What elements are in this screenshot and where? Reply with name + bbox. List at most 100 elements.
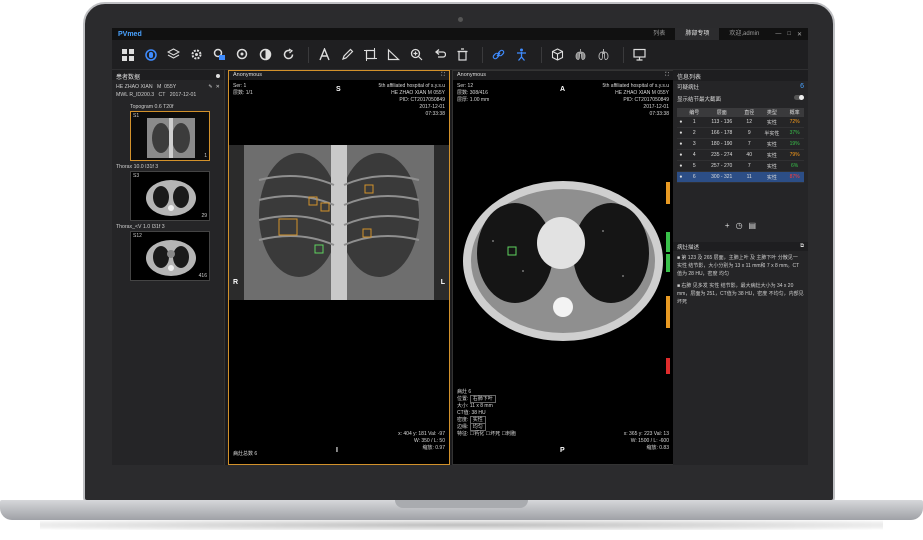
size-value[interactable]: 11 x 8 mm: [470, 403, 493, 409]
description-paragraph[interactable]: ■ 右肺 见多发 实性 结节影，最大病灶大小为 34 x 20 mm，层面为 2…: [677, 282, 804, 306]
lung-icon[interactable]: [571, 45, 590, 64]
monitor-icon[interactable]: [630, 45, 649, 64]
nodule-layers: 180 - 190: [703, 138, 740, 150]
eye-icon[interactable]: ●: [677, 138, 685, 150]
orientation-top: A: [560, 86, 566, 93]
eye-icon[interactable]: ●: [677, 117, 685, 128]
edge-select[interactable]: 均匀: [469, 423, 486, 431]
study-modality: CT: [158, 92, 166, 98]
rotate-icon[interactable]: [279, 45, 298, 64]
close-button[interactable]: ✕: [797, 31, 802, 38]
link-icon[interactable]: [489, 45, 508, 64]
nodule-row[interactable]: ● 2 166 - 178 9 半实性 37%: [677, 127, 804, 139]
show-max-row: 显示结节最大截面: [673, 93, 808, 105]
patient-age: 055Y: [164, 84, 177, 90]
laptop-shadow: [40, 520, 883, 530]
nodule-row[interactable]: ● 1 113 - 136 12 实性 72%: [677, 117, 804, 128]
nodule-layers: 300 - 321: [703, 171, 740, 183]
suspicious-count: 6: [800, 83, 804, 90]
top-tabs: 列表 肺部专项 欢迎,admin: [643, 28, 769, 40]
series-label: Thorax 10.0 I31f 3: [116, 164, 159, 170]
minimize-button[interactable]: —: [775, 31, 781, 38]
col-id: 编号: [684, 108, 704, 117]
lung-outline-icon[interactable]: [594, 45, 613, 64]
history-icon[interactable]: ◷: [736, 221, 743, 230]
series-item[interactable]: Thorax 10.0 I31f 3 S3 29: [116, 164, 220, 221]
cube-icon[interactable]: [548, 45, 567, 64]
copy-icon[interactable]: ⧉: [800, 243, 804, 250]
eye-icon[interactable]: ●: [677, 160, 685, 172]
date-text: 2017-12-01: [643, 104, 669, 110]
nodule-layers: 166 - 178: [703, 127, 740, 139]
axial-ct-image: [453, 161, 673, 371]
feature-label-necrosis: 坏死: [490, 431, 501, 437]
add-icon[interactable]: +: [725, 221, 730, 230]
density-label: 密度:: [457, 417, 469, 423]
nodule-diameter: 11: [739, 171, 759, 183]
series-thumbnail-topogram[interactable]: S1 1: [130, 111, 210, 161]
trash-icon[interactable]: [453, 45, 472, 64]
layer-text: 层数: 308/416: [457, 90, 488, 96]
nodule-diameter: 40: [739, 149, 759, 161]
series-number: S3: [133, 173, 140, 179]
series-item[interactable]: Thorax_<V 1.0 I31f 3 S12 416: [116, 224, 220, 281]
expand-icon[interactable]: ⛶: [441, 72, 445, 79]
series-thumbnail-thorax-thin[interactable]: S12 416: [130, 231, 210, 281]
magnify-icon[interactable]: [233, 45, 252, 64]
edit-icon[interactable]: ✎: [208, 84, 212, 90]
window-level-icon[interactable]: [210, 45, 229, 64]
viewer-header: Anonymous ⛶: [229, 71, 449, 80]
zoom-in-icon[interactable]: [407, 45, 426, 64]
body-icon[interactable]: [512, 45, 531, 64]
tab-lung-special[interactable]: 肺部专项: [675, 28, 720, 40]
nodule-row[interactable]: ● 4 235 - 274 40 实性 79%: [677, 149, 804, 161]
show-max-toggle[interactable]: [794, 95, 804, 100]
col-eye: [677, 108, 685, 117]
nodule-row[interactable]: ● 6 300 - 321 11 实性 87%: [677, 171, 804, 183]
description-paragraph[interactable]: ■ 第 123 及 265 层面，主肺上叶 及 主肺下叶 分散见一 实性 结节影…: [677, 254, 804, 278]
app-screen: PVmed 列表 肺部专项 欢迎,admin — □ ✕ 患者数据 HE ZHA…: [112, 28, 808, 465]
patient-id: MWL R_ID200.3: [116, 92, 155, 98]
tab-list[interactable]: 列表: [643, 28, 675, 40]
user-welcome[interactable]: 欢迎,admin: [719, 28, 769, 40]
text-tool-icon[interactable]: [315, 45, 334, 64]
eye-icon[interactable]: ●: [677, 127, 685, 139]
maximize-button[interactable]: □: [787, 31, 791, 38]
eye-icon[interactable]: ●: [677, 149, 685, 161]
show-max-label: 显示结节最大截面: [677, 97, 722, 103]
series-item[interactable]: Topogram 0.6 T20f S1 1: [116, 104, 220, 161]
nodule-marker-red: [666, 358, 670, 374]
toolbar-separator: [308, 46, 309, 63]
layout-grid-icon[interactable]: [118, 45, 137, 64]
topogram-thumb-image: [131, 112, 209, 160]
contrast-icon[interactable]: [256, 45, 275, 64]
series-count: 416: [198, 273, 207, 279]
layers-icon[interactable]: [164, 45, 183, 64]
settings-gear-icon[interactable]: [187, 45, 206, 64]
undo-icon[interactable]: [430, 45, 449, 64]
close-icon[interactable]: ✕: [216, 84, 220, 90]
series-thumbnail-thorax[interactable]: S3 29: [130, 171, 210, 221]
laptop-frame: PVmed 列表 肺部专项 欢迎,admin — □ ✕ 患者数据 HE ZHA…: [0, 0, 923, 540]
expand-icon[interactable]: ⛶: [665, 72, 669, 79]
position-label: 位置:: [457, 396, 469, 402]
crop-tool-icon[interactable]: [361, 45, 380, 64]
nodule-row[interactable]: ● 5 257 - 270 7 实性 6%: [677, 160, 804, 172]
viewer-coronal[interactable]: Anonymous ⛶ Ser: 1 层数: 1/1 5th affiliate…: [228, 70, 450, 465]
viewer-title: Anonymous: [457, 72, 487, 78]
patient-name: HE ZHAO XIAN: [116, 84, 153, 90]
dot-icon[interactable]: [216, 74, 220, 78]
orientation-bottom: P: [560, 447, 565, 454]
nodule-diameter: 7: [739, 138, 759, 150]
angle-tool-icon[interactable]: [384, 45, 403, 64]
nodule-type: 半实性: [758, 127, 786, 139]
gallery-icon[interactable]: ▤: [749, 221, 757, 230]
nodule-id: 6: [684, 171, 704, 183]
scan-icon[interactable]: [141, 45, 160, 64]
viewer-axial[interactable]: Anonymous ⛶ Ser: 12 层数: 308/416 层厚: 1.00…: [452, 70, 674, 465]
nodule-type: 实性: [758, 160, 786, 172]
eye-icon[interactable]: ●: [677, 171, 685, 183]
nodule-row[interactable]: ● 3 180 - 190 7 实性 19%: [677, 138, 804, 150]
position-select[interactable]: 右肺下叶: [469, 395, 496, 403]
pen-tool-icon[interactable]: [338, 45, 357, 64]
